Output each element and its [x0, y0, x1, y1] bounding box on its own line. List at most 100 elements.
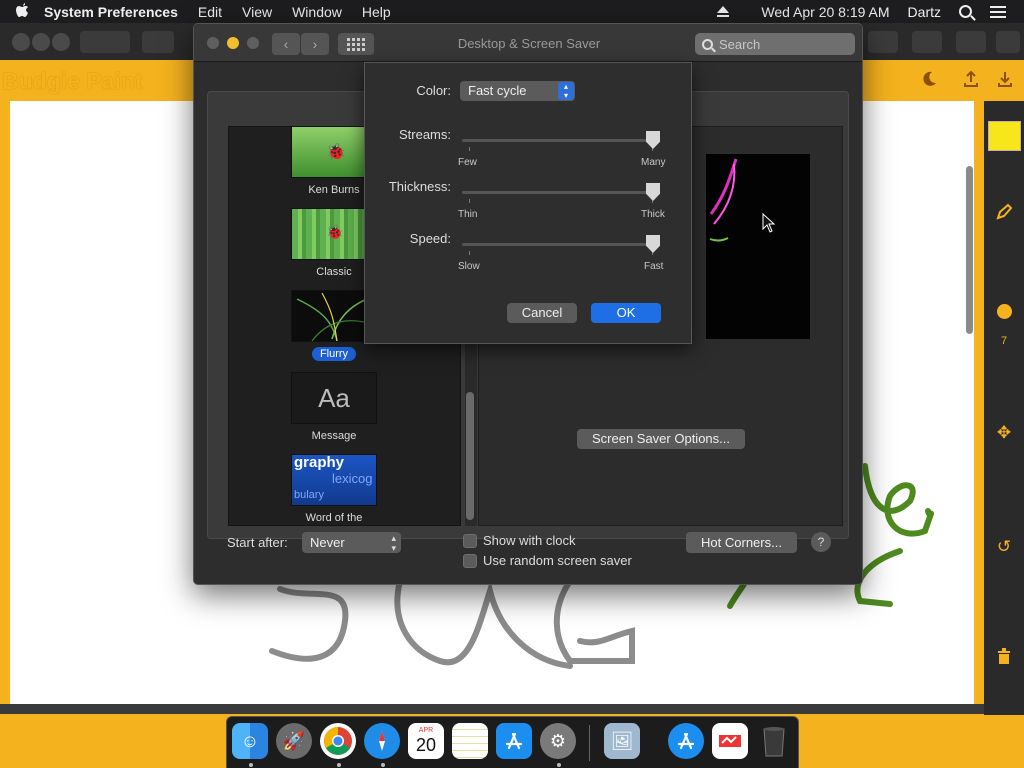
eject-icon[interactable]: [717, 6, 730, 17]
running-indicator: [337, 763, 341, 767]
menu-help[interactable]: Help: [362, 4, 391, 20]
thickness-label: Thickness:: [388, 179, 451, 194]
search-input[interactable]: [719, 36, 849, 52]
search-field[interactable]: [695, 33, 855, 55]
download-icon[interactable]: [868, 31, 898, 53]
dark-mode-moon-icon[interactable]: [920, 70, 938, 93]
tabs-icon[interactable]: [956, 31, 986, 53]
menu-window[interactable]: Window: [292, 4, 342, 20]
speed-max-label: Fast: [644, 261, 664, 272]
speed-label: Speed:: [409, 231, 451, 246]
random-saver-label: Use random screen saver: [483, 553, 632, 568]
show-with-clock-label: Show with clock: [483, 533, 576, 548]
notes-icon[interactable]: [452, 723, 488, 759]
saver-label: Message: [311, 430, 357, 442]
saver-message[interactable]: Aa Message: [291, 372, 377, 444]
app-store-icon[interactable]: [496, 723, 532, 759]
running-indicator: [381, 763, 385, 767]
message-thumbnail: Aa: [291, 372, 377, 424]
start-after-value: Never: [310, 535, 345, 550]
new-tab-icon[interactable]: [996, 31, 1020, 53]
move-icon[interactable]: ✥: [984, 423, 1024, 443]
show-with-clock-row[interactable]: Show with clock: [463, 533, 575, 548]
menubar-clock[interactable]: Wed Apr 20 8:19 AM: [761, 4, 889, 20]
color-swatch[interactable]: [988, 121, 1021, 151]
paint-nav-buttons[interactable]: [80, 31, 130, 53]
slider-knob[interactable]: [646, 235, 660, 253]
brush-size-value: 7: [1000, 335, 1008, 347]
canvas-scrollbar[interactable]: [966, 166, 973, 334]
list-scrollbar[interactable]: [466, 392, 474, 520]
notification-center-icon[interactable]: [990, 5, 1006, 18]
launchpad-icon[interactable]: 🚀: [276, 723, 312, 759]
start-after-select[interactable]: Never ▴ ▾: [302, 532, 401, 553]
thickness-slider[interactable]: [462, 183, 660, 203]
slider-knob[interactable]: [646, 131, 660, 149]
budgie-paint-icon[interactable]: [712, 723, 748, 759]
menu-bar: System Preferences Edit View Window Help…: [0, 0, 1024, 23]
dock-separator: [589, 725, 590, 761]
color-select[interactable]: Fast cycle ▴ ▾: [460, 81, 575, 101]
menubar-user[interactable]: Dartz: [908, 4, 941, 20]
finder-icon[interactable]: ☺: [232, 723, 268, 759]
canvas-bottom-bar: [0, 704, 984, 714]
screen-saver-options-button[interactable]: Screen Saver Options...: [577, 429, 745, 449]
random-saver-row[interactable]: Use random screen saver: [463, 553, 632, 568]
app-title: Budgie Paint: [2, 68, 143, 94]
undo-icon[interactable]: ↺: [984, 537, 1024, 557]
streams-min-label: Few: [458, 157, 477, 168]
chrome-icon[interactable]: [320, 723, 356, 759]
calendar-icon[interactable]: APR 20: [408, 723, 444, 759]
cancel-button[interactable]: Cancel: [507, 303, 577, 323]
help-button[interactable]: ?: [811, 532, 831, 552]
streams-slider[interactable]: [462, 131, 660, 151]
bottom-controls: Start after: Never ▴ ▾ Show with clock Us…: [194, 529, 864, 568]
streams-max-label: Many: [641, 157, 666, 168]
trash-icon[interactable]: [756, 723, 792, 759]
safari-icon[interactable]: [364, 723, 400, 759]
download-image-icon[interactable]: [996, 70, 1014, 93]
menu-view[interactable]: View: [242, 4, 272, 20]
zoom-icon[interactable]: [52, 33, 70, 51]
mouse-cursor-icon: [762, 212, 776, 238]
running-indicator: [249, 763, 253, 767]
speed-slider[interactable]: [462, 235, 660, 255]
dock: ☺ 🚀 APR 20 ⚙ 🖼: [226, 716, 799, 768]
calendar-month: APR: [418, 727, 434, 734]
random-saver-checkbox[interactable]: [463, 553, 477, 568]
ok-button[interactable]: OK: [591, 303, 661, 323]
pencil-icon[interactable]: [984, 203, 1024, 226]
preview-icon[interactable]: 🖼: [604, 723, 640, 759]
saver-label: Classic: [316, 266, 352, 278]
app-store-downloads-icon[interactable]: [668, 723, 704, 759]
spotlight-icon[interactable]: [959, 5, 972, 18]
thumb-sub2: bulary: [294, 489, 324, 501]
saver-label: Word of the Day: [305, 512, 363, 525]
minimize-icon[interactable]: [32, 33, 50, 51]
chevron-updown-icon: ▴ ▾: [391, 533, 396, 553]
thickness-min-label: Thin: [458, 209, 478, 220]
brush-size-dot[interactable]: [997, 304, 1012, 319]
flurry-options-sheet: Color: Fast cycle ▴ ▾ Streams: Few Many T…: [364, 62, 692, 344]
trash-icon[interactable]: [984, 648, 1024, 669]
color-label: Color:: [416, 83, 451, 98]
upload-icon[interactable]: [962, 70, 980, 93]
start-after-label: Start after:: [227, 535, 288, 550]
apple-logo-icon[interactable]: [0, 2, 44, 22]
system-preferences-icon[interactable]: ⚙: [540, 723, 576, 759]
sidebar-toggle-icon[interactable]: [142, 31, 174, 53]
window-titlebar[interactable]: ‹ › Desktop & Screen Saver: [194, 24, 862, 62]
running-indicator: [557, 763, 561, 767]
close-icon[interactable]: [12, 33, 30, 51]
preview-screen: [706, 154, 810, 339]
saver-word-of-the-day[interactable]: graphy lexicog bulary Word of the Day: [291, 454, 377, 525]
saver-label: Ken Burns: [308, 184, 360, 196]
show-with-clock-checkbox[interactable]: [463, 533, 477, 548]
search-icon: [702, 38, 713, 50]
menu-app-name[interactable]: System Preferences: [44, 4, 178, 20]
paint-tools-panel: 7 ✥ ↺: [984, 101, 1024, 715]
menu-edit[interactable]: Edit: [198, 4, 222, 20]
hot-corners-button[interactable]: Hot Corners...: [686, 532, 797, 553]
slider-knob[interactable]: [646, 183, 660, 201]
share-icon[interactable]: [912, 31, 942, 53]
